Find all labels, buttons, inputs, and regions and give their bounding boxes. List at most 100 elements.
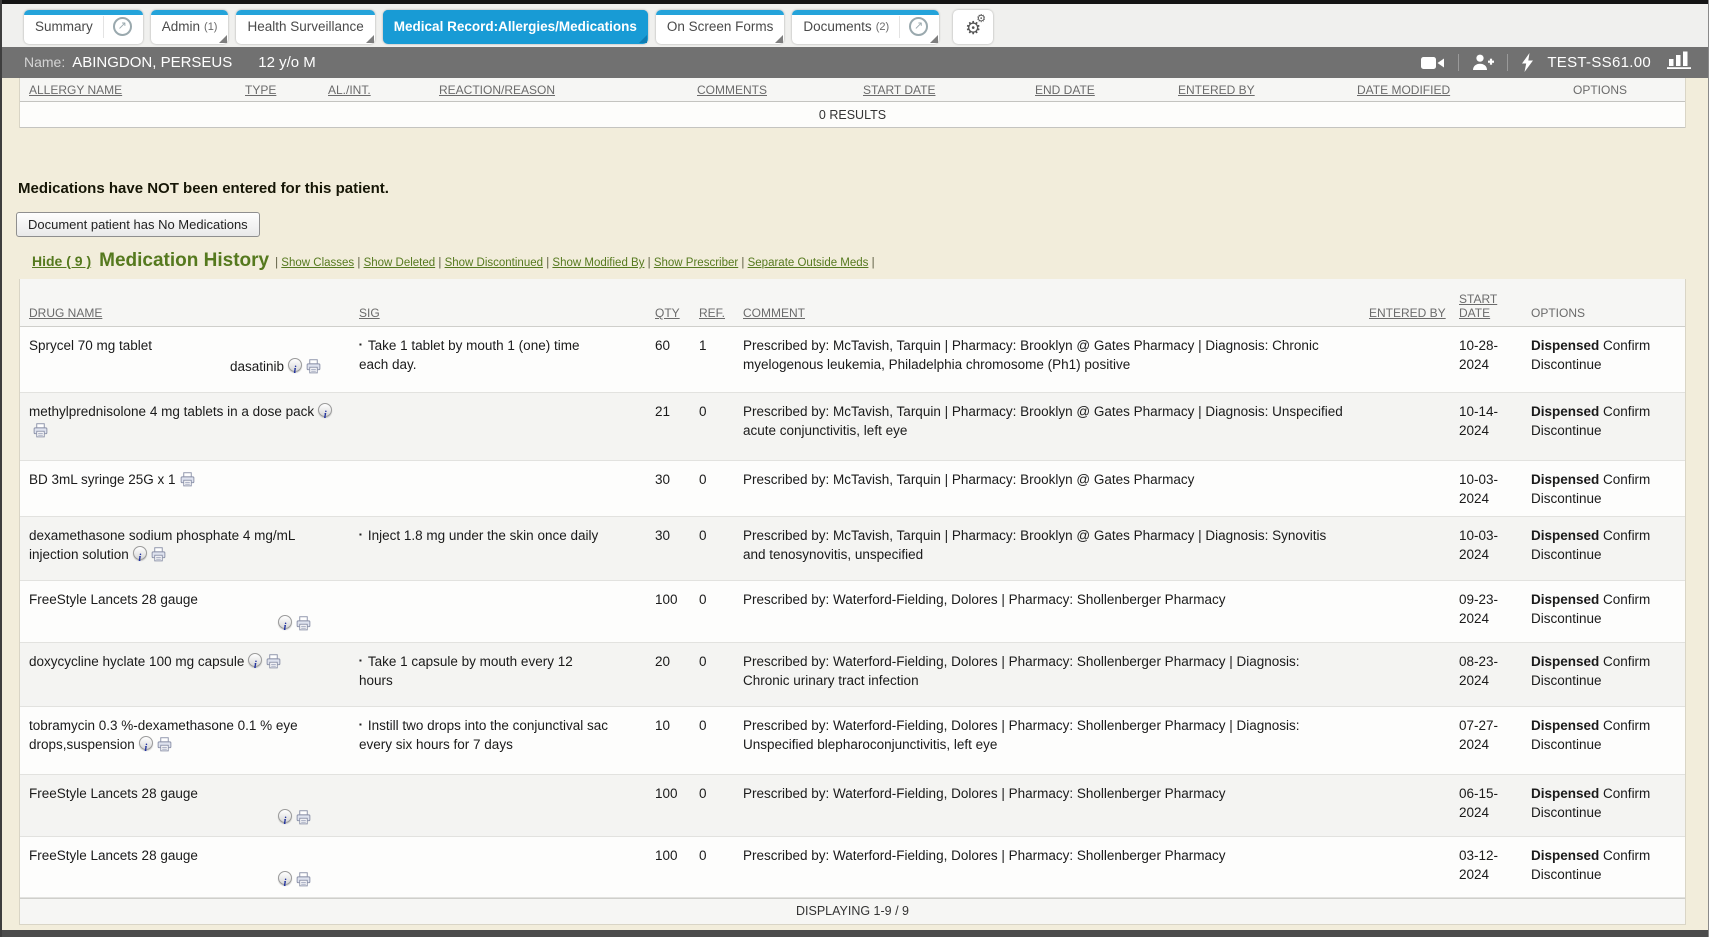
show-classes-link[interactable]: Show Classes [281,257,354,269]
col-comment[interactable]: COMMENT [743,306,1369,320]
drug-name: FreeStyle Lancets 28 gauge [29,846,339,865]
drug-info-icon[interactable]: i [288,358,302,372]
col-ref[interactable]: REF. [699,306,743,320]
tab-on-screen-forms[interactable]: On Screen Forms [656,10,785,44]
confirm-link[interactable]: Confirm [1603,472,1650,487]
col-al-int[interactable]: AL./INT. [328,83,439,97]
medication-history-title: Medication History [99,250,269,272]
tab-medical-record-allergies-medications[interactable]: Medical Record:Allergies/Medications [383,10,648,44]
col-qty[interactable]: QTY [655,306,699,320]
discontinue-link[interactable]: Discontinue [1531,357,1602,372]
print-icon[interactable] [180,472,195,487]
confirm-link[interactable]: Confirm [1603,528,1650,543]
sig-cell: ▪Instill two drops into the conjunctival… [359,716,655,766]
hide-link[interactable]: Hide ( 9 ) [32,253,91,269]
lightning-bolt-icon[interactable] [1521,53,1534,72]
sig-cell [359,784,655,827]
show-deleted-link[interactable]: Show Deleted [364,257,436,269]
col-sig[interactable]: SIG [359,306,655,320]
patient-name: ABINGDON, PERSEUS [72,54,232,71]
discontinue-link[interactable]: Discontinue [1531,867,1602,882]
drug-info-icon[interactable]: i [278,615,292,629]
print-icon[interactable] [266,654,281,669]
col-start-date[interactable]: START DATE [1459,292,1531,320]
discontinue-link[interactable]: Discontinue [1531,547,1602,562]
separate-outside-meds-link[interactable]: Separate Outside Meds [748,257,869,269]
confirm-link[interactable]: Confirm [1603,404,1650,419]
confirm-link[interactable]: Confirm [1603,718,1650,733]
print-icon[interactable] [296,872,311,887]
col-reaction-reason[interactable]: REACTION/REASON [439,83,697,97]
tab-admin[interactable]: Admin (1) [151,10,229,44]
print-icon[interactable] [33,423,48,438]
drug-info-icon[interactable]: i [278,871,292,885]
dispensed-status: Dispensed [1531,654,1599,669]
start-date-cell: 06-15-2024 [1459,784,1531,827]
drug-info-icon[interactable]: i [318,403,332,417]
drug-info-icon[interactable]: i [133,546,147,560]
add-person-icon[interactable] [1472,54,1494,71]
discontinue-link[interactable]: Discontinue [1531,423,1602,438]
tab-health-surveillance[interactable]: Health Surveillance [236,10,374,44]
print-icon[interactable] [296,810,311,825]
discontinue-link[interactable]: Discontinue [1531,491,1602,506]
col-start-date[interactable]: START DATE [863,83,1035,97]
sig-cell [359,402,655,452]
drug-name: doxycycline hyclate 100 mg capsule [29,654,244,669]
qty-cell: 30 [655,470,699,508]
info-glyph: i [294,365,297,376]
print-icon[interactable] [157,737,172,752]
drug-name-cell: FreeStyle Lancets 28 gauge i [29,846,359,889]
document-no-medications-button[interactable]: Document patient has No Medications [16,212,260,237]
dispensed-status: Dispensed [1531,338,1599,353]
drug-name: Sprycel 70 mg tablet [29,336,339,355]
confirm-link[interactable]: Confirm [1603,848,1650,863]
print-icon[interactable] [306,359,321,374]
show-prescriber-link[interactable]: Show Prescriber [654,257,738,269]
drug-info-icon[interactable]: i [139,736,153,750]
confirm-link[interactable]: Confirm [1603,786,1650,801]
ref-cell: 0 [699,784,743,827]
col-date-modified[interactable]: DATE MODIFIED [1357,83,1573,97]
entered-by-cell [1369,590,1459,634]
col-entered-by[interactable]: ENTERED BY [1369,306,1459,320]
col-allergy-name[interactable]: ALLERGY NAME [29,83,245,97]
drug-info-icon[interactable]: i [278,809,292,823]
col-comments[interactable]: COMMENTS [697,83,863,97]
drug-name: FreeStyle Lancets 28 gauge [29,590,339,609]
discontinue-link[interactable]: Discontinue [1531,805,1602,820]
discontinue-link[interactable]: Discontinue [1531,673,1602,688]
tab-documents[interactable]: Documents (2) ↗ [792,10,939,44]
open-in-new-icon[interactable]: ↗ [113,17,132,36]
tab-summary[interactable]: Summary ↗ [24,10,143,44]
discontinue-link[interactable]: Discontinue [1531,737,1602,752]
options-cell: Dispensed Confirm Discontinue [1531,590,1679,634]
qty-cell: 20 [655,652,699,698]
discontinue-link[interactable]: Discontinue [1531,611,1602,626]
comment-cell: Prescribed by: McTavish, Tarquin | Pharm… [743,336,1369,384]
show-modified-by-link[interactable]: Show Modified By [552,257,644,269]
options-cell: Dispensed Confirm Discontinue [1531,716,1679,766]
confirm-link[interactable]: Confirm [1603,338,1650,353]
info-glyph: i [144,743,147,754]
confirm-link[interactable]: Confirm [1603,654,1650,669]
comment-cell: Prescribed by: McTavish, Tarquin | Pharm… [743,526,1369,572]
print-icon[interactable] [151,547,166,562]
open-in-new-icon[interactable]: ↗ [909,17,928,36]
col-type[interactable]: TYPE [245,83,328,97]
col-drug-name[interactable]: DRUG NAME [29,306,359,320]
sig-cell: ▪Take 1 capsule by mouth every 12 hours [359,652,655,698]
col-end-date[interactable]: END DATE [1035,83,1178,97]
drug-info-icon[interactable]: i [248,653,262,667]
video-camera-icon[interactable] [1421,55,1445,71]
confirm-link[interactable]: Confirm [1603,592,1650,607]
bullet-glyph: ▪ [359,656,362,665]
settings-button[interactable]: ⚙ ⚙ [953,10,993,44]
col-entered-by[interactable]: ENTERED BY [1178,83,1357,97]
show-discontinued-link[interactable]: Show Discontinued [445,257,543,269]
info-glyph: i [138,553,141,564]
allergy-table-header: ALLERGY NAME TYPE AL./INT. REACTION/REAS… [20,78,1685,102]
print-icon[interactable] [296,616,311,631]
app-window: Summary ↗ Admin (1) Health Surveillance … [0,0,1709,937]
bar-chart-icon[interactable] [1664,50,1694,75]
